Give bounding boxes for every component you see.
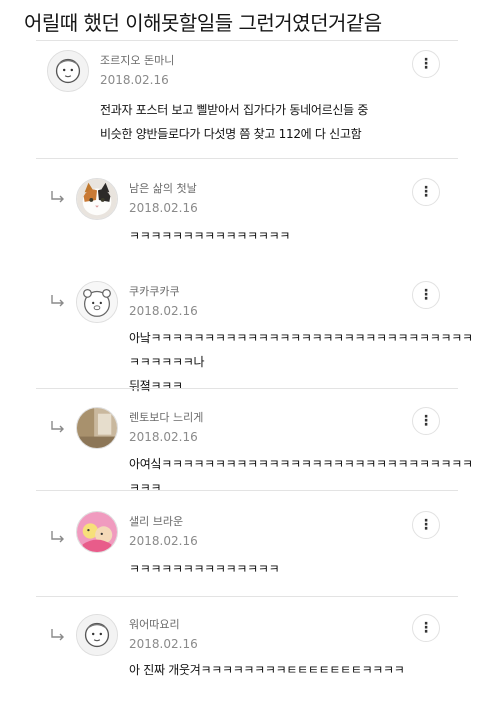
reply-arrow-icon bbox=[51, 531, 64, 543]
comment-line: 비슷한 양반들로다가 다섯명 쯤 찾고 112에 다 신고함 bbox=[100, 127, 362, 141]
comment-body: ㅋㅋㅋㅋㅋㅋㅋㅋㅋㅋㅋㅋㅋㅋㅋ bbox=[129, 224, 290, 248]
commenter-avatar-icon[interactable] bbox=[76, 614, 118, 656]
comment-date: 2018.02.16 bbox=[129, 637, 198, 651]
comment-body: 전과자 포스터 보고 삘받아서 집가다가 동네어르신들 중 비슷한 양반들로다가… bbox=[100, 98, 368, 146]
commenter-avatar-icon[interactable] bbox=[47, 50, 89, 92]
more-options-button[interactable]: ⋮ bbox=[412, 407, 440, 435]
comment-nickname[interactable]: 샐리 브라운 bbox=[129, 515, 183, 529]
more-icon: ⋮ bbox=[419, 620, 433, 636]
commenter-avatar-icon[interactable] bbox=[76, 407, 118, 449]
more-icon: ⋮ bbox=[419, 56, 433, 72]
comment-line: 아낰ㅋㅋㅋㅋㅋㅋㅋㅋㅋㅋㅋㅋㅋㅋㅋㅋㅋㅋㅋㅋㅋㅋㅋㅋㅋㅋㅋㅋㅋㅋㅋㅋㅋㅋㅋㅋ나 bbox=[129, 331, 473, 369]
divider bbox=[36, 40, 458, 41]
comment-nickname[interactable]: 쿠카쿠카쿠 bbox=[129, 285, 180, 299]
comment-nickname[interactable]: 남은 삶의 첫날 bbox=[129, 182, 197, 196]
comment-line: ㅋㅋㅋㅋㅋㅋㅋㅋㅋㅋㅋㅋㅋㅋㅋ bbox=[129, 229, 291, 243]
more-options-button[interactable]: ⋮ bbox=[412, 281, 440, 309]
comment-line: 뒤졐ㅋㅋㅋ bbox=[129, 379, 183, 393]
divider bbox=[36, 388, 458, 389]
comment-body: 아 진짜 개웃겨ㅋㅋㅋㅋㅋㅋㅋㅋㅌㅌㅌㅌㅌㅌㅌㅋㅋㅋㅋ bbox=[129, 658, 405, 682]
more-options-button[interactable]: ⋮ bbox=[412, 50, 440, 78]
comment-nickname[interactable]: 워어따요리 bbox=[129, 618, 180, 632]
more-options-button[interactable]: ⋮ bbox=[412, 178, 440, 206]
more-icon: ⋮ bbox=[419, 287, 433, 303]
divider bbox=[36, 158, 458, 159]
commenter-avatar-icon[interactable] bbox=[76, 511, 118, 553]
reply-arrow-icon bbox=[51, 421, 64, 433]
comment-date: 2018.02.16 bbox=[100, 73, 169, 87]
comment-line: 아 진짜 개웃겨ㅋㅋㅋㅋㅋㅋㅋㅋㅌㅌㅌㅌㅌㅌㅌㅋㅋㅋㅋ bbox=[129, 663, 405, 677]
commenter-avatar-icon[interactable] bbox=[76, 178, 118, 220]
comment-date: 2018.02.16 bbox=[129, 534, 198, 548]
comment-date: 2018.02.16 bbox=[129, 430, 198, 444]
reply-arrow-icon bbox=[51, 295, 64, 307]
comment-nickname[interactable]: 렌토보다 느리게 bbox=[129, 411, 203, 425]
divider bbox=[36, 490, 458, 491]
commenter-avatar-icon[interactable] bbox=[76, 281, 118, 323]
comment-nickname[interactable]: 조르지오 돈마니 bbox=[100, 54, 174, 68]
divider bbox=[36, 596, 458, 597]
more-options-button[interactable]: ⋮ bbox=[412, 511, 440, 539]
comment-date: 2018.02.16 bbox=[129, 201, 198, 215]
reply-arrow-icon bbox=[51, 629, 64, 641]
more-icon: ⋮ bbox=[419, 184, 433, 200]
comment-body: 아여싴ㅋㅋㅋㅋㅋㅋㅋㅋㅋㅋㅋㅋㅋㅋㅋㅋㅋㅋㅋㅋㅋㅋㅋㅋㅋㅋㅋㅋㅋㅋㅋㅋ bbox=[129, 452, 480, 500]
more-icon: ⋮ bbox=[419, 517, 433, 533]
comment-date: 2018.02.16 bbox=[129, 304, 198, 318]
comment-line: ㅋㅋㅋㅋㅋㅋㅋㅋㅋㅋㅋㅋㅋㅋ bbox=[129, 562, 280, 576]
comment-body: ㅋㅋㅋㅋㅋㅋㅋㅋㅋㅋㅋㅋㅋㅋ bbox=[129, 557, 280, 581]
more-icon: ⋮ bbox=[419, 413, 433, 429]
comment-line: 아여싴ㅋㅋㅋㅋㅋㅋㅋㅋㅋㅋㅋㅋㅋㅋㅋㅋㅋㅋㅋㅋㅋㅋㅋㅋㅋㅋㅋㅋㅋㅋㅋㅋ bbox=[129, 457, 473, 495]
comment-line: 전과자 포스터 보고 삘받아서 집가다가 동네어르신들 중 bbox=[100, 103, 369, 117]
post-title: 어릴때 했던 이해못할일들 그런거였던거같음 bbox=[24, 11, 382, 35]
reply-arrow-icon bbox=[51, 191, 64, 203]
more-options-button[interactable]: ⋮ bbox=[412, 614, 440, 642]
